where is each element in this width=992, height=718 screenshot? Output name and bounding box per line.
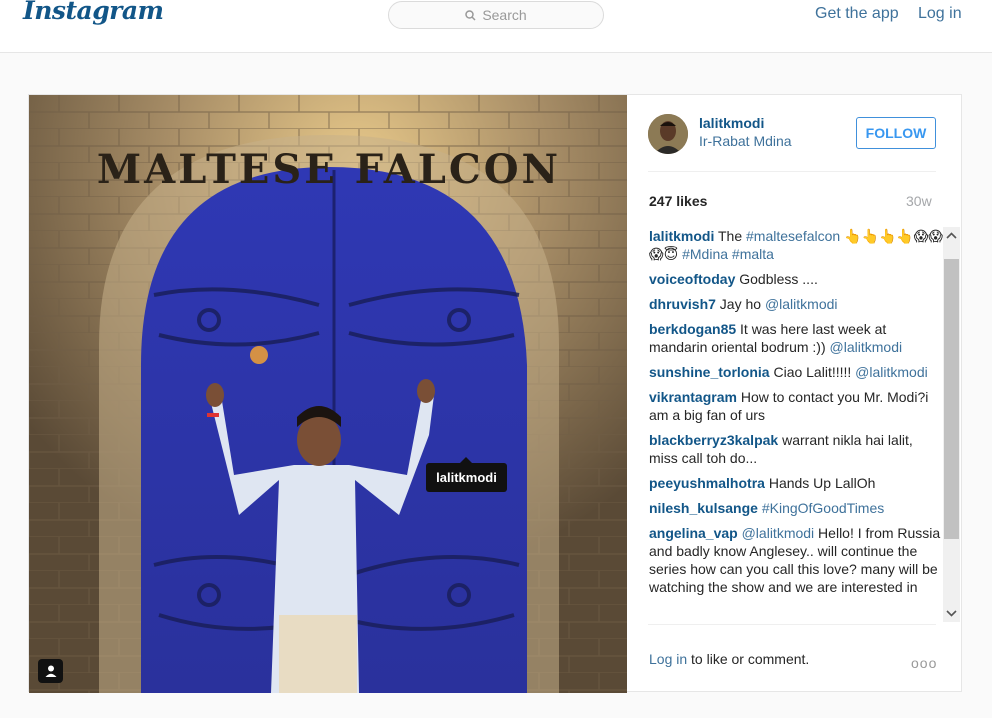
post-username[interactable]: lalitkmodi: [699, 115, 764, 131]
comment-item: nilesh_kulsange #KingOfGoodTimes: [649, 499, 943, 517]
login-link-top[interactable]: Log in: [918, 5, 962, 23]
comment-mention-link[interactable]: #malta: [732, 246, 774, 262]
user-tag-bubble[interactable]: lalitkmodi: [426, 457, 507, 492]
user-icon: [45, 665, 56, 677]
login-prompt-text: to like or comment.: [687, 651, 810, 667]
follow-button[interactable]: FOLLOW: [856, 117, 936, 149]
comment-mention-link[interactable]: @lalitkmodi: [742, 525, 815, 541]
photo-scene: MALTESE FALCON: [29, 95, 627, 693]
avatar-image: [648, 114, 688, 154]
get-the-app-link[interactable]: Get the app: [815, 5, 899, 23]
comment-mention-link[interactable]: #maltesefalcon: [746, 228, 840, 244]
post-age[interactable]: 30w: [906, 193, 932, 209]
scroll-down-button[interactable]: [943, 605, 960, 622]
comment-username[interactable]: vikrantagram: [649, 389, 737, 405]
post-photo[interactable]: MALTESE FALCON lalitkmodi: [29, 95, 627, 693]
divider: [648, 624, 936, 625]
comment-item: lalitkmodi The #maltesefalcon 👆👆👆👆😱😱😱😇 #…: [649, 227, 943, 263]
comment-username[interactable]: voiceoftoday: [649, 271, 735, 287]
more-options-icon[interactable]: ooo: [911, 655, 937, 671]
comment-item: peeyushmalhotra Hands Up LallOh: [649, 474, 943, 492]
chevron-up-icon: [946, 232, 957, 239]
post-card: MALTESE FALCON lalitkmodi lalitkmodi Ir-…: [28, 94, 962, 693]
tagged-users-button[interactable]: [38, 659, 63, 683]
sign-text: MALTESE FALCON: [97, 146, 561, 193]
comment-username[interactable]: sunshine_torlonia: [649, 364, 770, 380]
post-sidebar: lalitkmodi Ir-Rabat Mdina FOLLOW 247 lik…: [627, 95, 962, 693]
post-location[interactable]: Ir-Rabat Mdina: [699, 133, 792, 149]
comment-text: Godbless ....: [735, 271, 818, 287]
comment-username[interactable]: dhruvish7: [649, 296, 716, 312]
comment-text: The: [714, 228, 747, 244]
comment-username[interactable]: blackberryz3kalpak: [649, 432, 778, 448]
comment-mention-link[interactable]: #KingOfGoodTimes: [762, 500, 884, 516]
chevron-down-icon: [946, 610, 957, 617]
comment-item: voiceoftoday Godbless ....: [649, 270, 943, 288]
comments-scrollbar[interactable]: [943, 227, 960, 622]
scroll-thumb[interactable]: [944, 259, 959, 539]
comment-mention-link[interactable]: @lalitkmodi: [765, 296, 838, 312]
divider: [648, 171, 936, 172]
comment-username[interactable]: angelina_vap: [649, 525, 738, 541]
comment-mention-link[interactable]: @lalitkmodi: [855, 364, 928, 380]
comment-item: dhruvish7 Jay ho @lalitkmodi: [649, 295, 943, 313]
comment-text: Ciao Lalit!!!!!: [769, 364, 856, 380]
likes-count[interactable]: 247 likes: [649, 193, 707, 209]
comment-item: sunshine_torlonia Ciao Lalit!!!!! @lalit…: [649, 363, 943, 381]
login-link[interactable]: Log in: [649, 651, 687, 667]
comment-item: vikrantagram How to contact you Mr. Modi…: [649, 388, 943, 424]
comment-mention-link[interactable]: @lalitkmodi: [830, 339, 903, 355]
instagram-logo[interactable]: Instagram: [23, 0, 164, 25]
comment-username[interactable]: peeyushmalhotra: [649, 475, 765, 491]
comment-item: blackberryz3kalpak warrant nikla hai lal…: [649, 431, 943, 467]
search-icon: [465, 9, 476, 21]
scroll-up-button[interactable]: [943, 227, 960, 244]
comment-username[interactable]: nilesh_kulsange: [649, 500, 758, 516]
login-prompt: Log in to like or comment.: [649, 651, 809, 667]
comment-mention-link[interactable]: #Mdina: [682, 246, 728, 262]
comment-item: angelina_vap @lalitkmodi Hello! I from R…: [649, 524, 943, 596]
comment-item: berkdogan85 It was here last week at man…: [649, 320, 943, 356]
comment-text: Jay ho: [715, 296, 765, 312]
search-placeholder: Search: [482, 7, 527, 23]
avatar[interactable]: [648, 114, 688, 154]
comment-username[interactable]: berkdogan85: [649, 321, 736, 337]
comment-text: Hands Up LallOh: [764, 475, 876, 491]
comments-list: lalitkmodi The #maltesefalcon 👆👆👆👆😱😱😱😇 #…: [649, 227, 943, 622]
search-input[interactable]: Search: [388, 1, 604, 29]
top-nav-bar: Instagram Search Get the app Log in: [0, 0, 992, 53]
comment-username[interactable]: lalitkmodi: [649, 228, 714, 244]
